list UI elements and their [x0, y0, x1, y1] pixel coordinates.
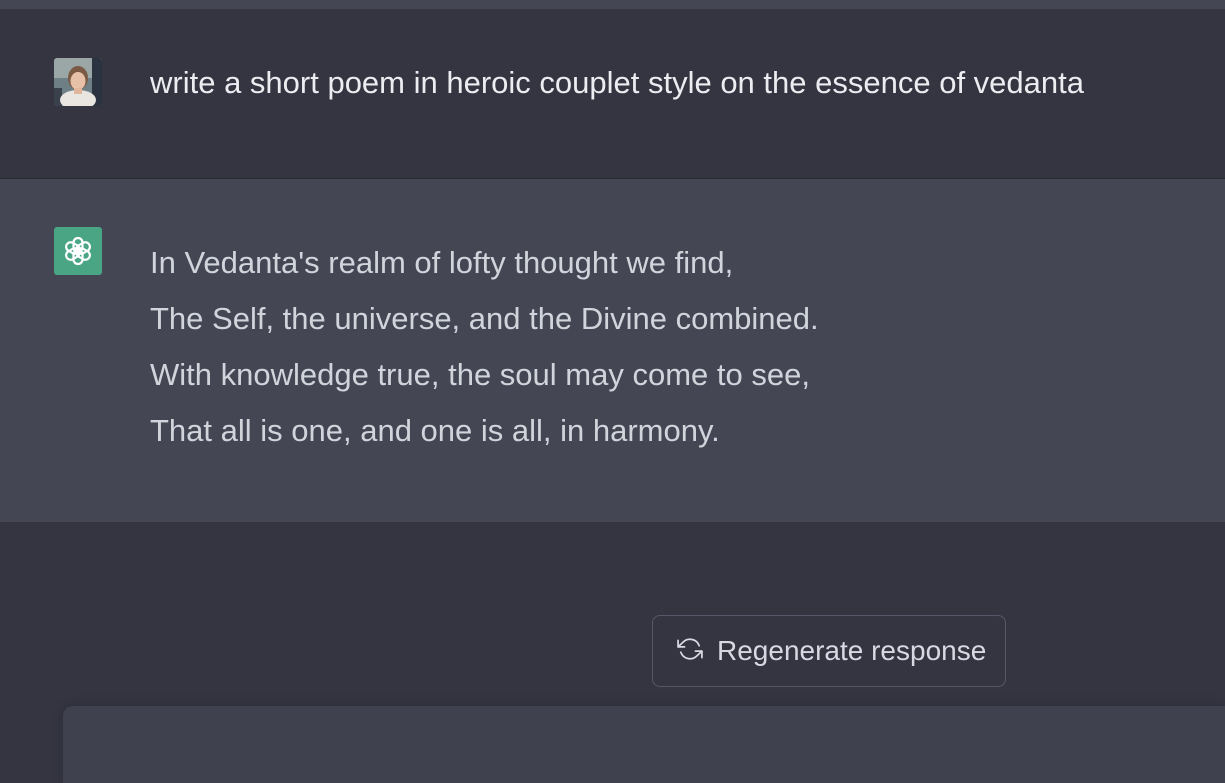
- regenerate-response-button[interactable]: Regenerate response: [652, 615, 1006, 687]
- poem-line: That all is one, and one is all, in harm…: [150, 413, 720, 448]
- assistant-message-row: In Vedanta's realm of lofty thought we f…: [0, 179, 1225, 522]
- poem-line: The Self, the universe, and the Divine c…: [150, 301, 819, 336]
- openai-logo-icon: [54, 227, 102, 275]
- user-message-text: write a short poem in heroic couplet sty…: [150, 65, 1084, 100]
- regenerate-label: Regenerate response: [717, 635, 987, 666]
- chat-page: write a short poem in heroic couplet sty…: [0, 0, 1225, 783]
- user-avatar: [54, 58, 102, 106]
- message-input[interactable]: [63, 706, 1225, 783]
- poem-line: With knowledge true, the soul may come t…: [150, 357, 810, 392]
- refresh-icon: [677, 636, 703, 667]
- poem-line: In Vedanta's realm of lofty thought we f…: [150, 245, 734, 280]
- assistant-response: In Vedanta's realm of lofty thought we f…: [150, 235, 819, 459]
- user-message-row: write a short poem in heroic couplet sty…: [0, 9, 1225, 179]
- previous-message-edge: [0, 0, 1225, 9]
